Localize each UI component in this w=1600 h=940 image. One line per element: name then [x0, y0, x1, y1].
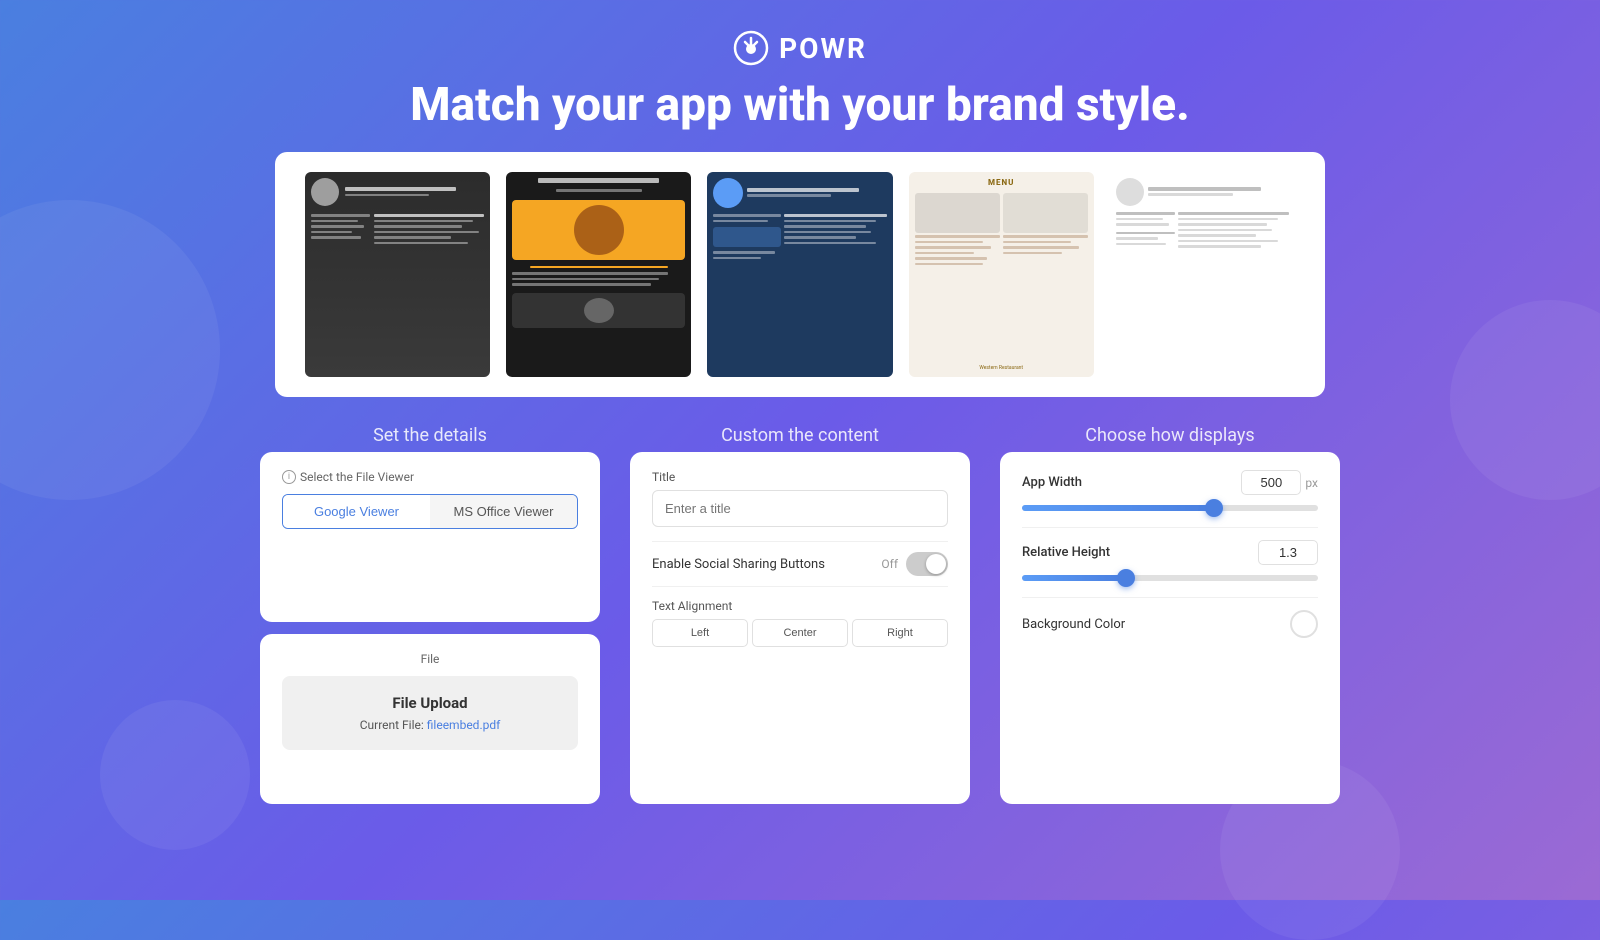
toggle-knob	[926, 554, 946, 574]
app-width-unit: px	[1305, 476, 1318, 490]
app-width-header: App Width px	[1022, 470, 1318, 495]
title-input[interactable]	[652, 490, 948, 527]
app-width-section: App Width px	[1022, 470, 1318, 511]
relative-height-input[interactable]	[1258, 540, 1318, 565]
bg-color-row: Background Color	[1022, 610, 1318, 638]
toggle-right: Off	[881, 552, 948, 576]
app-width-value-box: px	[1241, 470, 1318, 495]
header: POWR Match your app with your brand styl…	[0, 0, 1600, 152]
preview-thumb-2	[506, 172, 691, 377]
custom-content-heading: Custom the content	[630, 425, 970, 446]
file-upload-box[interactable]: File Upload Current File: fileembed.pdf	[282, 676, 578, 750]
app-width-slider-thumb	[1205, 499, 1223, 517]
relative-height-slider-thumb	[1117, 569, 1135, 587]
current-file-line: Current File: fileembed.pdf	[300, 718, 560, 732]
headline: Match your app with your brand style.	[0, 78, 1600, 132]
align-left-button[interactable]: Left	[652, 619, 748, 647]
social-sharing-row: Enable Social Sharing Buttons Off	[652, 541, 948, 587]
display-panel: App Width px Relative Height	[1000, 452, 1340, 804]
viewer-button-group: Google Viewer MS Office Viewer	[282, 494, 578, 529]
current-file-name[interactable]: fileembed.pdf	[427, 718, 501, 732]
msoffice-viewer-button[interactable]: MS Office Viewer	[430, 495, 577, 528]
preview-thumb-3	[707, 172, 892, 377]
bg-color-swatch[interactable]	[1290, 610, 1318, 638]
current-file-prefix: Current File:	[360, 718, 424, 732]
relative-height-slider-track[interactable]	[1022, 575, 1318, 581]
app-width-label: App Width	[1022, 475, 1082, 490]
app-width-input[interactable]	[1241, 470, 1301, 495]
app-width-slider-fill	[1022, 505, 1214, 511]
file-upload-text: File Upload	[300, 694, 560, 712]
preview-strip: MENU	[275, 152, 1325, 397]
text-alignment-section: Text Alignment Left Center Right	[652, 599, 948, 647]
title-label: Title	[652, 470, 948, 484]
align-right-button[interactable]: Right	[852, 619, 948, 647]
app-width-slider-track[interactable]	[1022, 505, 1318, 511]
google-viewer-button[interactable]: Google Viewer	[283, 495, 430, 528]
choose-displays-heading: Choose how displays	[1000, 425, 1340, 446]
relative-height-header: Relative Height	[1022, 540, 1318, 565]
preview-thumb-4: MENU	[909, 172, 1094, 377]
divider-2	[1022, 597, 1318, 598]
bg-color-label: Background Color	[1022, 617, 1125, 632]
logo-text: POWR	[779, 32, 867, 65]
align-button-group: Left Center Right	[652, 619, 948, 647]
relative-height-label: Relative Height	[1022, 545, 1110, 560]
relative-height-slider-fill	[1022, 575, 1126, 581]
logo-row: POWR	[0, 30, 1600, 66]
relative-height-value-box	[1258, 540, 1318, 565]
file-viewer-label: i Select the File Viewer	[282, 470, 578, 484]
preview-thumb-1	[305, 172, 490, 377]
relative-height-section: Relative Height	[1022, 540, 1318, 581]
text-align-label: Text Alignment	[652, 599, 948, 613]
file-viewer-panel: i Select the File Viewer Google Viewer M…	[260, 452, 600, 622]
align-center-button[interactable]: Center	[752, 619, 848, 647]
set-details-heading: Set the details	[260, 425, 600, 446]
toggle-state-text: Off	[881, 557, 898, 571]
social-sharing-label: Enable Social Sharing Buttons	[652, 557, 825, 572]
powr-logo-icon	[733, 30, 769, 66]
divider-1	[1022, 527, 1318, 528]
social-sharing-toggle[interactable]	[906, 552, 948, 576]
info-icon: i	[282, 470, 296, 484]
content-panel: Title Enable Social Sharing Buttons Off …	[630, 452, 970, 804]
preview-thumb-5	[1110, 172, 1295, 377]
file-upload-panel: File File Upload Current File: fileembed…	[260, 634, 600, 804]
file-section-label: File	[282, 652, 578, 666]
